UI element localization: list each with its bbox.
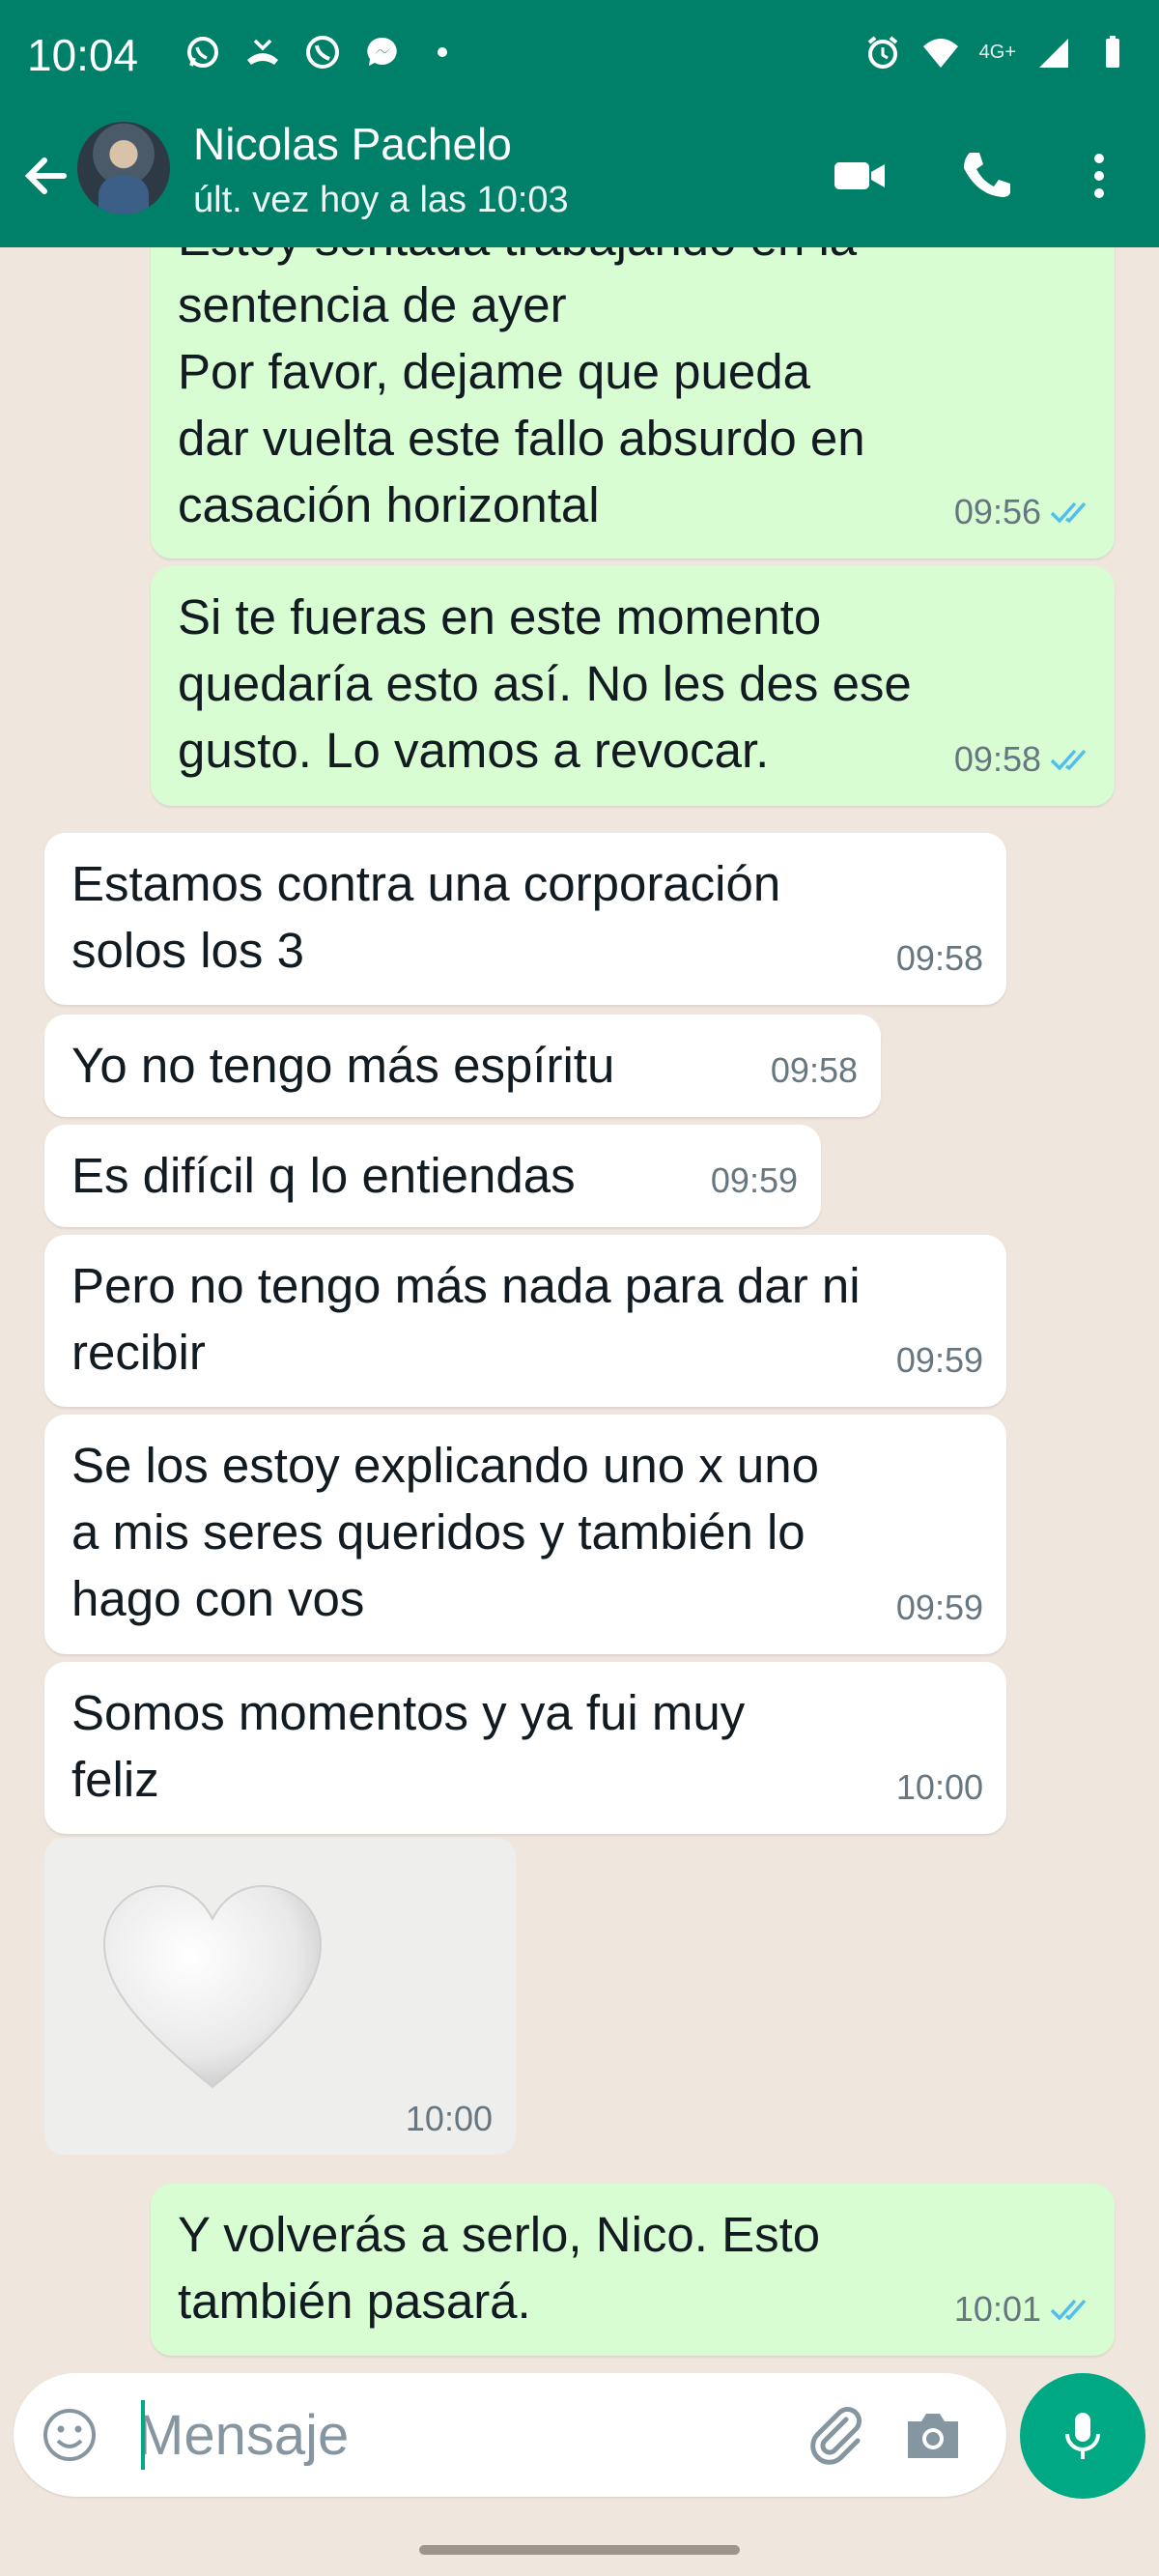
message-meta: 09:59 <box>711 1147 798 1214</box>
system-icons: 4G+ <box>863 33 1132 72</box>
white-heart-icon <box>102 1884 323 2089</box>
message-time: 09:59 <box>895 1588 983 1627</box>
chat-messages[interactable]: Estoy sentada trabajando en la sentencia… <box>0 247 1159 2363</box>
message-bubble-incoming[interactable]: Yo no tengo más espíritu 09:58 <box>44 1015 881 1117</box>
signal-icon <box>1035 33 1074 72</box>
contact-avatar[interactable] <box>77 122 170 215</box>
voice-message-button[interactable] <box>1020 2373 1145 2499</box>
message-time: 09:58 <box>895 938 983 978</box>
message-bubble-incoming[interactable]: Se los estoy explicando uno x uno a mis … <box>44 1415 1006 1654</box>
message-text: Estamos contra una corporación solos los… <box>71 856 781 978</box>
message-bubble-incoming[interactable]: Es difícil q lo entiendas 09:59 <box>44 1125 821 1227</box>
message-meta: 09:59 <box>896 1327 983 1393</box>
more-notifications-dot-icon <box>423 33 462 72</box>
top-bar: 10:04 4G+ Nicolas Pachelo últ. vez hoy a… <box>0 0 1159 247</box>
attach-clip-icon[interactable] <box>804 2402 869 2468</box>
missed-call-icon <box>243 33 282 72</box>
message-time: 10:01 <box>953 2289 1041 2329</box>
notification-icons <box>184 33 462 72</box>
messenger-icon <box>363 33 402 72</box>
message-time: 09:56 <box>953 492 1041 531</box>
message-meta: 09:58 <box>954 726 1091 792</box>
message-meta: 09:58 <box>896 925 983 991</box>
video-call-icon[interactable] <box>829 145 890 207</box>
emoji-icon[interactable] <box>41 2406 99 2464</box>
message-time: 10:00 <box>405 2099 493 2138</box>
message-text: Pero no tengo más nada para dar ni recib… <box>71 1258 861 1380</box>
microphone-icon <box>1065 2413 1100 2459</box>
message-meta: 09:58 <box>771 1037 858 1103</box>
contact-name[interactable]: Nicolas Pachelo <box>193 118 512 170</box>
message-bubble-outgoing[interactable]: Y volverás a serlo, Nico. Esto también p… <box>151 2184 1115 2356</box>
back-arrow-icon[interactable] <box>17 147 75 205</box>
message-text: Estoy sentada trabajando en la sentencia… <box>178 247 865 532</box>
whatsapp-icon <box>184 33 222 72</box>
message-time: 10:00 <box>895 1767 983 1807</box>
message-text: Se los estoy explicando uno x uno a mis … <box>71 1438 820 1626</box>
read-ticks-icon <box>1050 501 1087 524</box>
network-type-label: 4G+ <box>978 41 1016 63</box>
message-meta: 10:00 <box>896 1754 983 1820</box>
message-text: Yo no tengo más espíritu <box>71 1038 615 1093</box>
read-ticks-icon <box>1050 2299 1087 2321</box>
message-text: Y volverás a serlo, Nico. Esto también p… <box>178 2207 821 2329</box>
message-text: Somos momentos y ya fui muy feliz <box>71 1685 746 1807</box>
voice-call-icon[interactable] <box>956 145 1018 207</box>
home-gesture-bar[interactable] <box>419 2545 740 2555</box>
message-bubble-incoming[interactable]: Somos momentos y ya fui muy feliz 10:00 <box>44 1662 1006 1834</box>
message-meta: 10:00 <box>406 2099 493 2139</box>
phone-call-icon <box>303 33 342 72</box>
message-meta: 09:59 <box>896 1574 983 1641</box>
message-bubble-outgoing[interactable]: Estoy sentada trabajando en la sentencia… <box>151 247 1115 558</box>
message-time: 09:58 <box>770 1050 858 1090</box>
message-bubble-outgoing[interactable]: Si te fueras en este momento quedaría es… <box>151 566 1115 806</box>
camera-icon[interactable] <box>900 2404 966 2466</box>
sticker-message[interactable]: 10:00 <box>44 1838 516 2155</box>
read-ticks-icon <box>1050 749 1087 771</box>
text-cursor <box>141 2400 145 2470</box>
message-meta: 09:56 <box>954 478 1091 545</box>
message-composer <box>14 2373 1006 2497</box>
status-bar: 10:04 4G+ <box>0 0 1159 108</box>
message-time: 09:58 <box>953 739 1041 779</box>
wifi-icon <box>921 33 960 72</box>
message-text: Es difícil q lo entiendas <box>71 1148 576 1203</box>
more-options-icon[interactable] <box>1068 145 1130 207</box>
chat-header: Nicolas Pachelo últ. vez hoy a las 10:03 <box>0 108 1159 247</box>
message-time: 09:59 <box>895 1340 983 1380</box>
battery-icon <box>1093 33 1132 72</box>
message-text: Si te fueras en este momento quedaría es… <box>178 589 912 778</box>
status-time: 10:04 <box>27 30 139 80</box>
message-bubble-incoming[interactable]: Estamos contra una corporación solos los… <box>44 833 1006 1005</box>
contact-last-seen: últ. vez hoy a las 10:03 <box>193 180 569 220</box>
message-meta: 10:01 <box>954 2275 1091 2342</box>
message-time: 09:59 <box>710 1160 798 1200</box>
message-bubble-incoming[interactable]: Pero no tengo más nada para dar ni recib… <box>44 1235 1006 1407</box>
alarm-icon <box>863 33 902 72</box>
message-input[interactable] <box>137 2396 775 2474</box>
